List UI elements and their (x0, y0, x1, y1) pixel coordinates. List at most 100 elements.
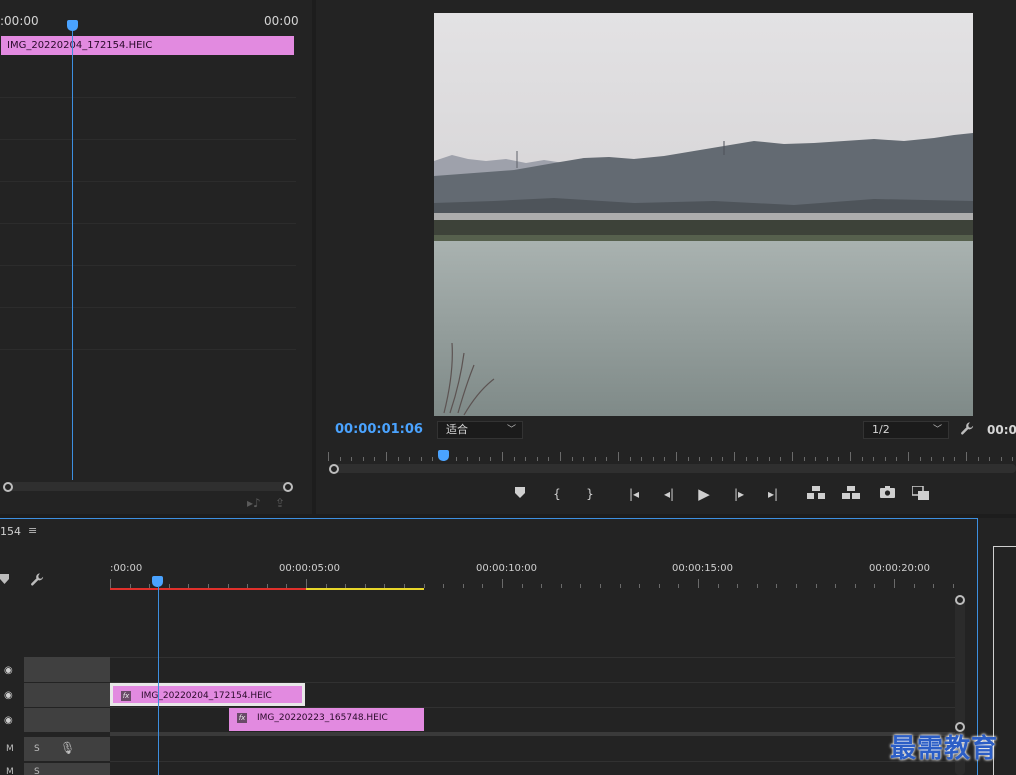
solo-button[interactable]: S (34, 767, 40, 775)
ruler-tick (954, 457, 956, 461)
ruler-tick (676, 452, 677, 461)
marker-icon (515, 487, 525, 498)
ruler-tick (913, 584, 915, 588)
ruler-tick (619, 584, 621, 588)
extract-button[interactable] (841, 486, 861, 502)
go-to-in-button[interactable]: |◂ (624, 486, 644, 502)
track-divider (110, 761, 955, 762)
source-grid-line (0, 265, 296, 266)
eye-icon[interactable]: ◉ (4, 666, 18, 676)
video-audio-divider[interactable] (110, 732, 955, 736)
program-scroll-left-handle[interactable] (329, 464, 339, 474)
play-button[interactable]: ▶ (694, 486, 714, 502)
export-icon[interactable]: ⇪ (275, 497, 289, 509)
ruler-tick (854, 584, 856, 588)
step-forward-button[interactable]: |▸ (729, 486, 749, 502)
source-scroll-right-handle[interactable] (283, 482, 293, 492)
go-to-out-button[interactable]: ▸| (763, 486, 783, 502)
playback-resolution-value: 1/2 (872, 423, 890, 436)
timeline-scroll-top-handle[interactable] (955, 595, 965, 605)
clip-name: IMG_20220223_165748.HEIC (257, 713, 388, 723)
microphone-icon[interactable]: 🎙 (60, 741, 75, 755)
fit-zoom-select[interactable]: 适合 ﹀ (437, 421, 523, 439)
wrench-icon[interactable] (960, 421, 976, 437)
ruler-label: :00:00 (110, 563, 143, 574)
camera-icon (879, 486, 895, 498)
ruler-tick (908, 452, 909, 461)
ruler-tick (734, 452, 735, 461)
ruler-tick (374, 457, 376, 461)
timeline-time-ruler[interactable] (110, 578, 965, 588)
ruler-tick (386, 452, 387, 461)
fx-badge-icon: fx (237, 713, 247, 723)
ruler-tick (717, 584, 719, 588)
program-zoom-scrollbar[interactable] (329, 464, 1016, 473)
ruler-tick (815, 584, 817, 588)
source-clip-bar[interactable]: IMG_20220204_172154.HEIC (1, 36, 294, 55)
step-back-button[interactable]: ◂| (659, 486, 679, 502)
ruler-tick (687, 457, 689, 461)
ruler-tick (482, 584, 484, 588)
ruler-tick (594, 457, 596, 461)
ruler-tick (796, 584, 797, 588)
source-time-end: 00:00 (264, 14, 299, 28)
playback-resolution-select[interactable]: 1/2 ﹀ (863, 421, 949, 439)
track-header-v2[interactable] (24, 683, 110, 707)
river-landscape-image (434, 13, 973, 416)
ruler-tick (521, 584, 523, 588)
mark-out-button[interactable]: } (580, 486, 600, 502)
timeline-clip[interactable]: fx IMG_20220223_165748.HEIC (229, 708, 424, 731)
program-time-ruler[interactable] (328, 452, 1016, 461)
lift-button[interactable] (806, 486, 826, 502)
mark-in-button[interactable]: { (547, 486, 567, 502)
play-audio-icon[interactable]: ▸♪ (247, 497, 261, 509)
ruler-tick (362, 457, 364, 461)
ruler-tick (629, 457, 631, 461)
compare-view-button[interactable] (911, 485, 931, 502)
ruler-tick (560, 452, 561, 461)
program-preview-frame[interactable] (434, 13, 973, 416)
eye-icon[interactable]: ◉ (4, 691, 18, 701)
mute-button[interactable]: M (6, 744, 14, 754)
mute-button[interactable]: M (6, 767, 14, 775)
ruler-tick (110, 579, 111, 588)
chevron-down-icon: ﹀ (506, 425, 516, 435)
wrench-icon[interactable] (30, 572, 45, 591)
ruler-tick (560, 584, 562, 588)
track-header-v1[interactable] (24, 708, 110, 732)
ruler-tick (409, 457, 411, 461)
timeline-clip-selected[interactable]: fx IMG_20220204_172154.HEIC (110, 683, 305, 706)
ruler-label: 00:00:20:00 (869, 563, 931, 574)
ruler-tick (306, 579, 307, 588)
play-icon: ▶ (698, 485, 710, 503)
ruler-tick (432, 457, 434, 461)
source-zoom-scrollbar[interactable] (6, 482, 292, 491)
ruler-tick (896, 457, 898, 461)
program-playhead[interactable] (438, 450, 449, 461)
sequence-tab-name[interactable]: 154 (0, 525, 21, 538)
ruler-tick (541, 584, 543, 588)
go-to-out-icon: ▸| (767, 487, 779, 501)
source-playhead[interactable] (67, 20, 78, 31)
ruler-label: 00:00:05:00 (279, 563, 341, 574)
solo-button[interactable]: S (34, 744, 40, 754)
track-header-v3[interactable] (24, 657, 110, 682)
timeline-marker-icon[interactable] (0, 574, 9, 587)
source-scroll-left-handle[interactable] (3, 482, 13, 492)
export-frame-button[interactable] (877, 486, 897, 502)
extract-icon (842, 486, 860, 499)
source-grid-line (0, 181, 296, 182)
eye-icon[interactable]: ◉ (4, 716, 18, 726)
timeline-panel (0, 518, 1016, 775)
ruler-tick (502, 452, 503, 461)
source-panel (0, 0, 312, 514)
ruler-tick (699, 457, 701, 461)
add-marker-button[interactable] (510, 486, 530, 502)
source-time-start: :00:00 (0, 14, 39, 28)
ruler-tick (420, 457, 422, 461)
program-timecode[interactable]: 00:00:01:06 (335, 422, 423, 437)
ruler-tick (443, 584, 445, 588)
panel-menu-icon[interactable]: ≡ (28, 524, 37, 537)
ruler-tick (548, 457, 550, 461)
render-bar-red (110, 588, 306, 590)
